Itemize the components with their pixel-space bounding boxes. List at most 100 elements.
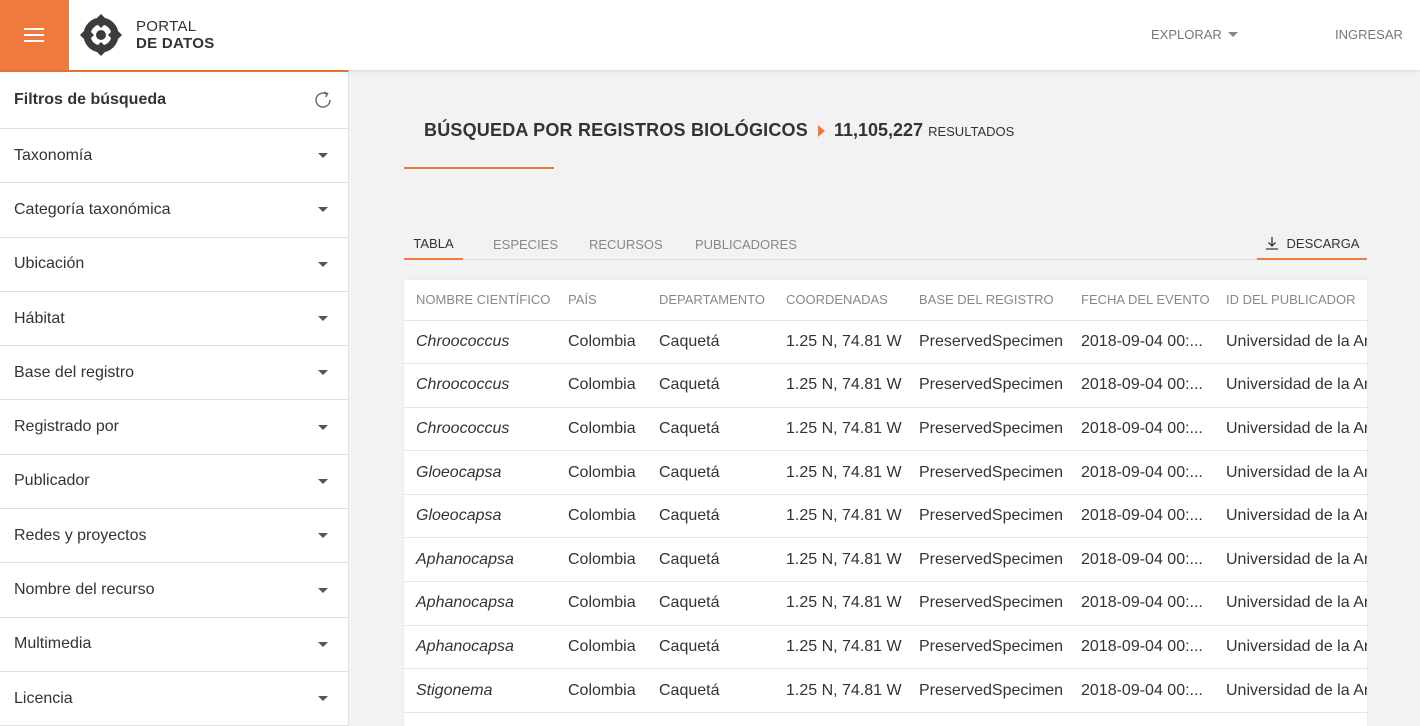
filter-habitat[interactable]: Hábitat <box>0 292 348 347</box>
cell-publisher: Universidad de la An <box>1214 625 1367 670</box>
caret-down-icon <box>318 641 328 647</box>
logo-icon <box>80 14 122 56</box>
cell-country: Colombia <box>556 494 647 539</box>
nav-explore[interactable]: EXPLORAR <box>1151 27 1238 42</box>
menu-icon <box>24 28 44 30</box>
cell-scientific-name: Aphanocapsa <box>404 625 556 670</box>
filter-registrado-por[interactable]: Registrado por <box>0 400 348 455</box>
cell-basis-of-record: PreservedSpecimen <box>907 625 1069 670</box>
filter-label: Hábitat <box>14 309 65 327</box>
cell-country: Colombia <box>556 537 647 583</box>
cell-country: Colombia <box>556 450 647 495</box>
column-header[interactable]: FECHA DEL EVENTO <box>1069 280 1214 321</box>
filter-label: Redes y proyectos <box>14 526 147 544</box>
results-table: NOMBRE CIENTÍFICO PAÍS DEPARTAMENTO COOR… <box>404 280 1367 713</box>
cell-department: Caquetá <box>647 320 774 365</box>
filter-ubicacion[interactable]: Ubicación <box>0 238 348 292</box>
table-row[interactable]: Chroococcus Colombia Caquetá 1.25 N, 74.… <box>404 363 1367 408</box>
table-row[interactable]: Aphanocapsa Colombia Caquetá 1.25 N, 74.… <box>404 537 1367 583</box>
column-header[interactable]: BASE DEL REGISTRO <box>907 280 1069 321</box>
table-row[interactable]: Chroococcus Colombia Caquetá 1.25 N, 74.… <box>404 320 1367 365</box>
filter-label: Taxonomía <box>14 146 93 164</box>
filters-header: Filtros de búsqueda <box>0 72 348 129</box>
filter-label: Ubicación <box>14 255 85 273</box>
table-row[interactable]: Chroococcus Colombia Caquetá 1.25 N, 74.… <box>404 407 1367 452</box>
table-row[interactable]: Gloeocapsa Colombia Caquetá 1.25 N, 74.8… <box>404 494 1367 539</box>
cell-scientific-name: Chroococcus <box>404 320 556 365</box>
caret-down-icon <box>1227 32 1238 37</box>
filter-label: Publicador <box>14 472 90 490</box>
cell-coordinates: 1.25 N, 74.81 W <box>774 320 907 365</box>
cell-country: Colombia <box>556 668 647 713</box>
cell-publisher: Universidad de la An <box>1214 537 1367 583</box>
tab-recursos[interactable]: RECURSOS <box>589 228 663 260</box>
filter-multimedia[interactable]: Multimedia <box>0 618 348 672</box>
cell-scientific-name: Gloeocapsa <box>404 450 556 495</box>
top-header: PORTAL DE DATOS EXPLORAR INGRESAR <box>0 0 1420 70</box>
results-table-container: NOMBRE CIENTÍFICO PAÍS DEPARTAMENTO COOR… <box>404 280 1367 726</box>
filter-label: Nombre del recurso <box>14 581 155 599</box>
table-row[interactable]: Aphanocapsa Colombia Caquetá 1.25 N, 74.… <box>404 581 1367 626</box>
column-header[interactable]: COORDENADAS <box>774 280 907 321</box>
cell-basis-of-record: PreservedSpecimen <box>907 363 1069 408</box>
caret-down-icon <box>318 207 328 213</box>
logo-text: PORTAL DE DATOS <box>136 18 215 52</box>
cell-department: Caquetá <box>647 537 774 583</box>
filter-label: Licencia <box>14 689 73 707</box>
cell-scientific-name: Gloeocapsa <box>404 494 556 539</box>
filter-publicador[interactable]: Publicador <box>0 455 348 510</box>
column-header[interactable]: ID DEL PUBLICADOR <box>1214 280 1367 321</box>
caret-down-icon <box>318 587 328 593</box>
filter-label: Categoría taxonómica <box>14 200 171 218</box>
cell-coordinates: 1.25 N, 74.81 W <box>774 625 907 670</box>
tab-especies[interactable]: ESPECIES <box>493 228 558 260</box>
cell-country: Colombia <box>556 407 647 452</box>
filter-licencia[interactable]: Licencia <box>0 672 348 726</box>
filter-categoria-taxonomica[interactable]: Categoría taxonómica <box>0 183 348 238</box>
menu-icon-bar <box>24 40 44 42</box>
nav-login[interactable]: INGRESAR <box>1335 27 1403 42</box>
column-header[interactable]: PAÍS <box>556 280 647 321</box>
logo[interactable]: PORTAL DE DATOS <box>80 14 215 56</box>
cell-basis-of-record: PreservedSpecimen <box>907 581 1069 626</box>
download-button[interactable]: DESCARGA <box>1257 228 1367 260</box>
download-icon <box>1265 237 1278 250</box>
cell-department: Caquetá <box>647 494 774 539</box>
cell-coordinates: 1.25 N, 74.81 W <box>774 407 907 452</box>
cell-basis-of-record: PreservedSpecimen <box>907 668 1069 713</box>
filter-redes-proyectos[interactable]: Redes y proyectos <box>0 509 348 564</box>
page-title: BÚSQUEDA POR REGISTROS BIOLÓGICOS 11,105… <box>424 120 1014 141</box>
cell-department: Caquetá <box>647 581 774 626</box>
filter-taxonomia[interactable]: Taxonomía <box>0 129 348 184</box>
cell-basis-of-record: PreservedSpecimen <box>907 407 1069 452</box>
cell-coordinates: 1.25 N, 74.81 W <box>774 581 907 626</box>
cell-basis-of-record: PreservedSpecimen <box>907 494 1069 539</box>
cell-publisher: Universidad de la An <box>1214 494 1367 539</box>
cell-coordinates: 1.25 N, 74.81 W <box>774 537 907 583</box>
table-row[interactable]: Aphanocapsa Colombia Caquetá 1.25 N, 74.… <box>404 625 1367 670</box>
cell-publisher: Universidad de la An <box>1214 363 1367 408</box>
tab-publicadores[interactable]: PUBLICADORES <box>695 228 797 260</box>
cell-department: Caquetá <box>647 668 774 713</box>
column-header[interactable]: NOMBRE CIENTÍFICO <box>404 280 556 321</box>
cell-publisher: Universidad de la An <box>1214 407 1367 452</box>
cell-basis-of-record: PreservedSpecimen <box>907 320 1069 365</box>
filter-nombre-recurso[interactable]: Nombre del recurso <box>0 563 348 618</box>
menu-button[interactable] <box>0 0 69 70</box>
cell-event-date: 2018-09-04 00:... <box>1069 581 1214 626</box>
table-row[interactable]: Gloeocapsa Colombia Caquetá 1.25 N, 74.8… <box>404 450 1367 495</box>
tab-tabla[interactable]: TABLA <box>404 228 463 260</box>
cell-event-date: 2018-09-04 00:... <box>1069 625 1214 670</box>
arrow-right-icon <box>817 125 825 137</box>
filter-base-registro[interactable]: Base del registro <box>0 346 348 401</box>
cell-department: Caquetá <box>647 450 774 495</box>
results-count: 11,105,227 <box>833 120 924 140</box>
cell-event-date: 2018-09-04 00:... <box>1069 668 1214 713</box>
column-header[interactable]: DEPARTAMENTO <box>647 280 774 321</box>
caret-down-icon <box>318 424 328 430</box>
refresh-icon[interactable] <box>312 89 334 111</box>
cell-publisher: Universidad de la An <box>1214 450 1367 495</box>
caret-down-icon <box>318 316 328 322</box>
table-header-row: NOMBRE CIENTÍFICO PAÍS DEPARTAMENTO COOR… <box>404 280 1367 321</box>
table-row[interactable]: Stigonema Colombia Caquetá 1.25 N, 74.81… <box>404 668 1367 713</box>
